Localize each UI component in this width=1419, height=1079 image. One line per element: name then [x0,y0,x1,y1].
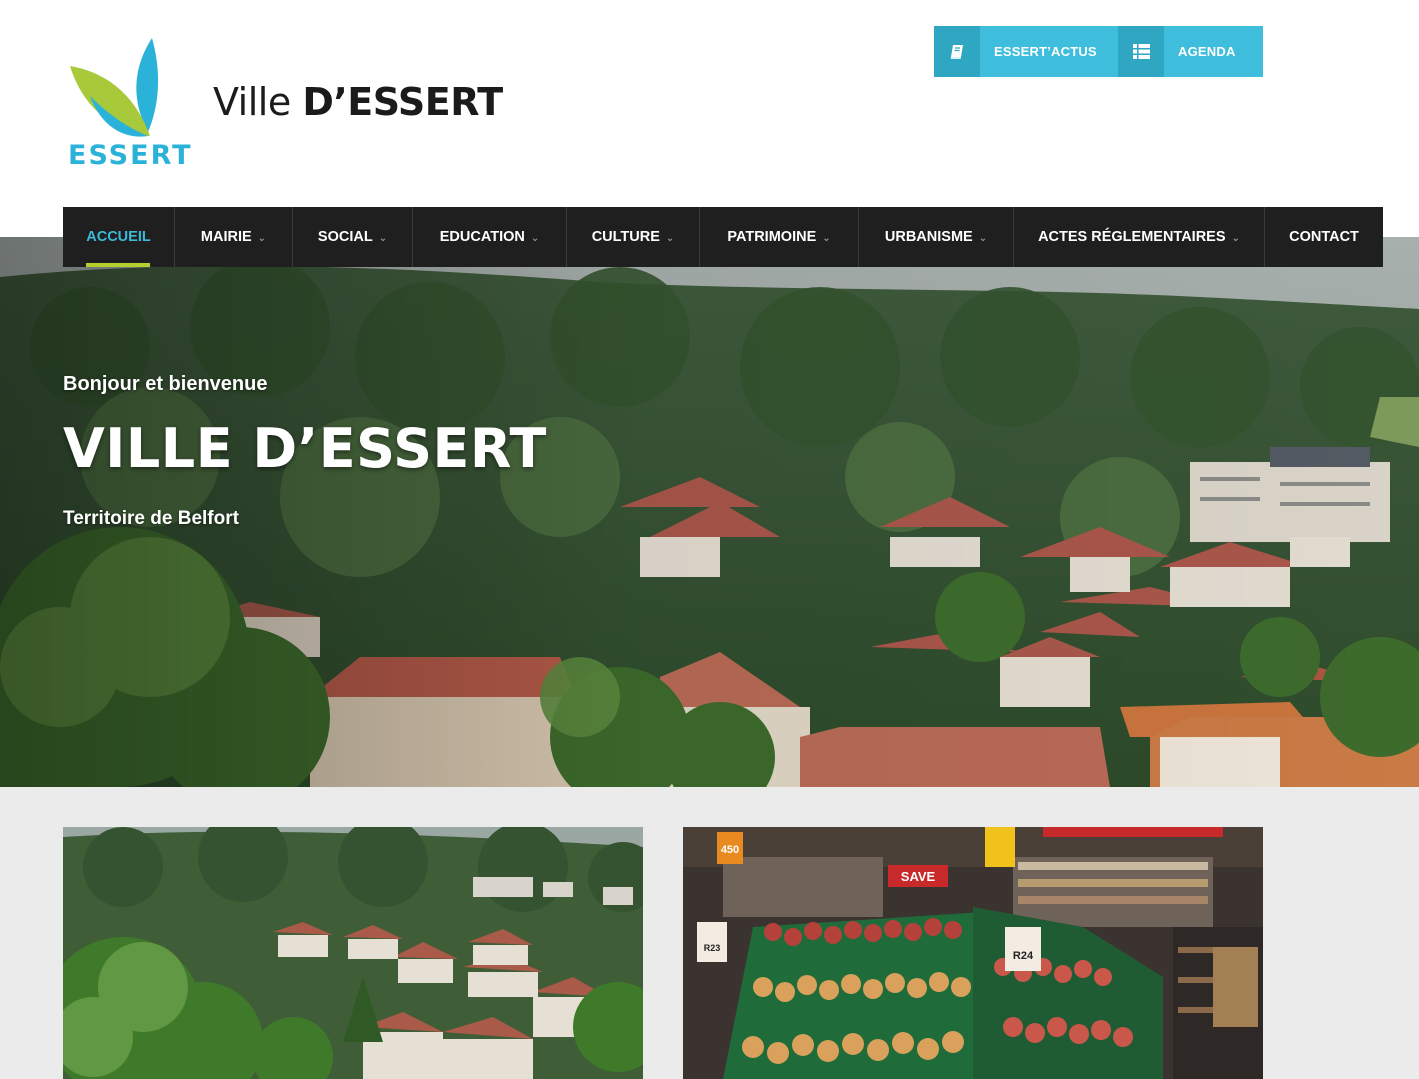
nav-item-accueil[interactable]: ACCUEIL [63,207,175,267]
nav-item-label: CONTACT [1289,229,1359,245]
header-quick-links: ESSERT’ACTUS AGENDA [934,26,1263,77]
nav-item-label: MAIRIE [200,229,252,245]
nav-item-label: URBANISME [884,229,973,245]
nav-item-education[interactable]: EDUCATION ⌄ [413,207,567,267]
chevron-down-icon: ⌄ [822,232,831,244]
save-sign-text: SAVE [901,869,936,884]
main-navigation: ACCUEIL MAIRIE ⌄ SOCIAL ⌄ EDUCATION ⌄ CULTU… [63,207,1383,267]
nav-item-mairie[interactable]: MAIRIE ⌄ [175,207,293,267]
chevron-down-icon: ⌄ [378,232,388,244]
hero-banner: Bonjour et bienvenue VILLE D’ESSERT Terr… [0,237,1419,787]
book-icon [934,26,980,77]
agenda-label: AGENDA [1164,26,1263,77]
village-photo [63,827,643,1079]
site-title-prefix: Ville [213,80,291,124]
supermarket-card[interactable]: 450 SAVE R23 R24 [683,827,1263,1079]
leaf-logo-icon [70,38,159,137]
price-sign-450-text: 450 [721,844,739,856]
chevron-down-icon: ⌄ [257,232,267,244]
price-tag-r23-text: R23 [704,943,721,953]
village-card[interactable] [63,827,643,1079]
hero-subtitle: Territoire de Belfort [63,508,239,529]
featured-cards-section: 450 SAVE R23 R24 [0,787,1419,1079]
nav-item-label: PATRIMOINE [727,229,817,245]
supermarket-photo: 450 SAVE R23 R24 [683,827,1263,1079]
nav-item-label: ACCUEIL [86,229,151,245]
chevron-down-icon: ⌄ [978,232,988,244]
essert-actus-label: ESSERT’ACTUS [980,26,1118,77]
chevron-down-icon: ⌄ [1231,232,1240,244]
site-logo[interactable]: ESSERT [64,36,198,171]
nav-item-patrimoine[interactable]: PATRIMOINE ⌄ [700,207,859,267]
nav-item-label: SOCIAL [317,229,373,245]
price-tag-r24 [1005,927,1041,971]
site-title-bold: D’ESSERT [302,80,503,124]
nav-item-urbanisme[interactable]: URBANISME ⌄ [859,207,1014,267]
site-title: Ville D’ESSERT [213,80,503,124]
nav-item-label: EDUCATION [439,229,525,245]
nav-item-actes-reglementaires[interactable]: ACTES RÉGLEMENTAIRES ⌄ [1014,207,1265,267]
logo-text: ESSERT [68,140,193,171]
price-tag-r24-text: R24 [1013,950,1034,962]
chevron-down-icon: ⌄ [530,232,540,244]
chevron-down-icon: ⌄ [665,232,675,244]
agenda-button[interactable]: AGENDA [1118,26,1263,77]
list-icon [1118,26,1164,77]
nav-item-social[interactable]: SOCIAL ⌄ [293,207,413,267]
hero-title: VILLE D’ESSERT [63,417,547,480]
price-tag-r23 [697,922,727,962]
hero-kicker: Bonjour et bienvenue [63,373,268,395]
nav-item-label: CULTURE [591,229,660,245]
nav-item-label: ACTES RÉGLEMENTAIRES [1038,229,1226,245]
nav-item-contact[interactable]: CONTACT [1265,207,1383,267]
essert-actus-button[interactable]: ESSERT’ACTUS [934,26,1118,77]
nav-item-culture[interactable]: CULTURE ⌄ [567,207,700,267]
